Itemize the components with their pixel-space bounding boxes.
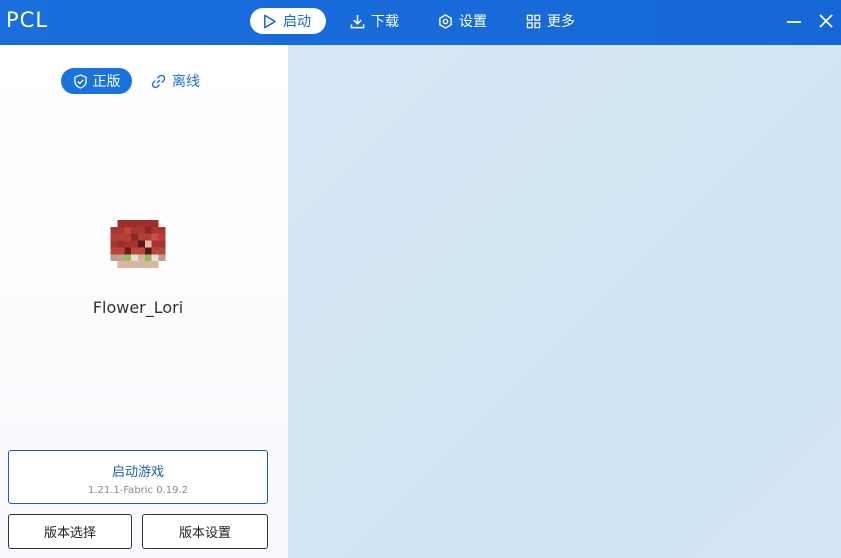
account-official-toggle[interactable]: 正版: [61, 68, 132, 94]
minimize-icon[interactable]: [785, 12, 803, 30]
download-icon: [350, 14, 365, 28]
launch-game-version: 1.21.1-Fabric 0.19.2: [87, 485, 189, 496]
avatar: [110, 220, 166, 268]
version-settings-button[interactable]: 版本设置: [142, 514, 268, 549]
account-offline-label: 离线: [172, 74, 200, 90]
link-icon: [151, 74, 166, 88]
shield-check-icon: [73, 73, 87, 89]
nav-settings-tab[interactable]: 设置: [426, 8, 499, 34]
version-select-button[interactable]: 版本选择: [8, 514, 132, 549]
username: Flower_Lori: [92, 298, 184, 317]
play-icon: [264, 14, 276, 28]
nav-download-tab[interactable]: 下载: [338, 8, 411, 34]
nav-launch-label: 启动: [283, 14, 311, 30]
app-title: PCL: [6, 8, 49, 32]
nav-more-label: 更多: [547, 14, 575, 30]
main-content-area: [288, 45, 841, 558]
grid-icon: [526, 14, 541, 28]
nav-more-tab[interactable]: 更多: [514, 8, 587, 34]
sidebar: 正版 离线 Flower_Lori 启动游戏 1.21.1-Fabric 0.1…: [0, 45, 288, 558]
nav-launch-tab[interactable]: 启动: [250, 8, 326, 34]
nav-download-label: 下载: [371, 14, 399, 30]
launch-game-label: 启动游戏: [111, 465, 164, 480]
account-official-label: 正版: [92, 74, 121, 90]
launch-game-button[interactable]: 启动游戏 1.21.1-Fabric 0.19.2: [8, 450, 268, 504]
close-icon[interactable]: [817, 12, 835, 30]
nav-settings-label: 设置: [459, 14, 487, 30]
title-bar: PCL 启动 下载 设置 更多: [0, 0, 841, 45]
gear-icon: [439, 13, 452, 29]
account-offline-toggle[interactable]: 离线: [151, 68, 200, 94]
